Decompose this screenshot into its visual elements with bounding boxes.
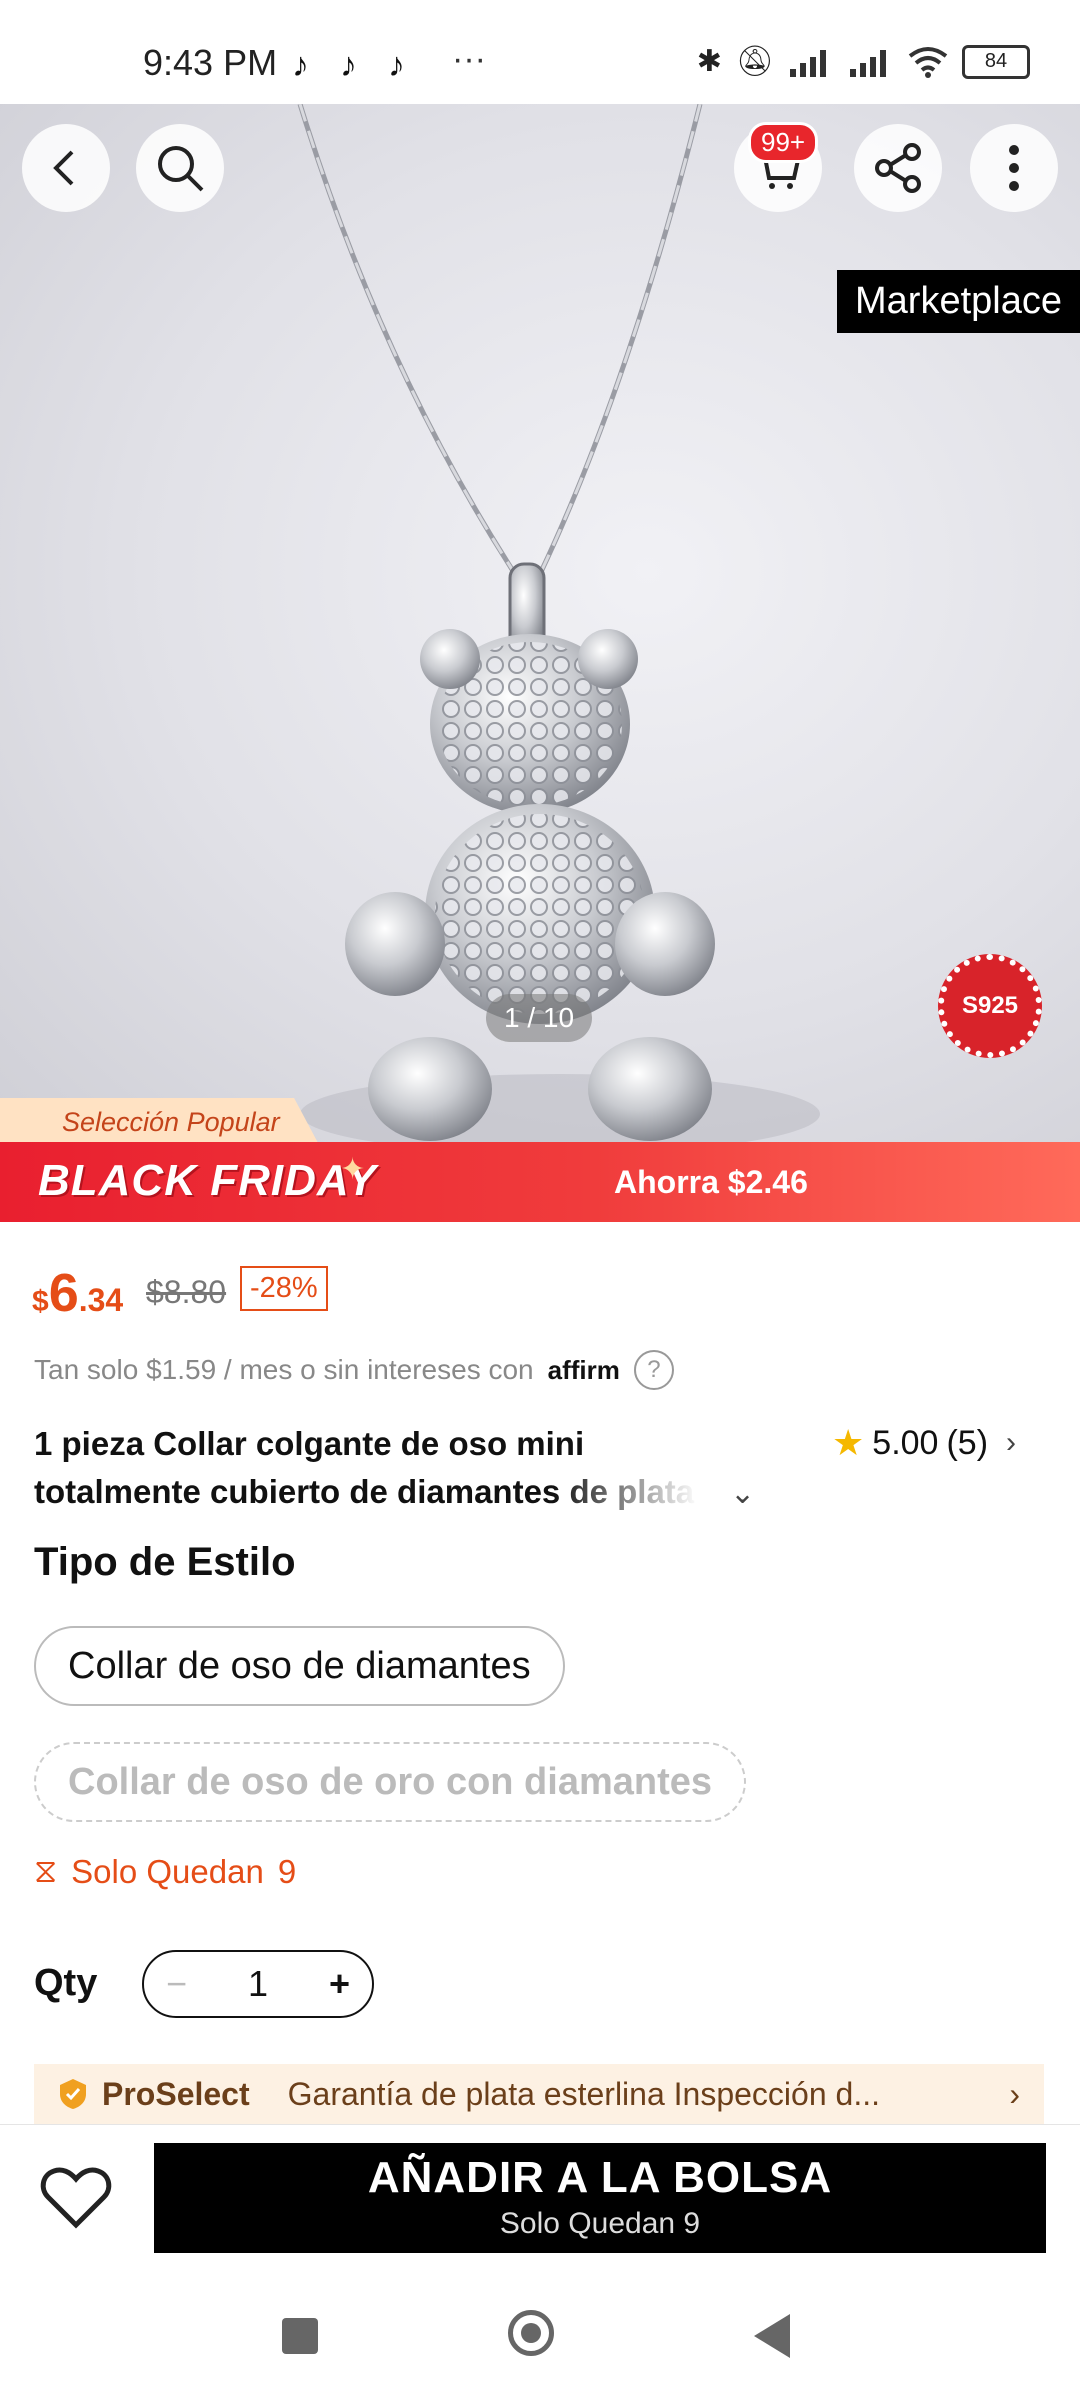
expand-title-chevron-icon[interactable]: ⌄ [730,1476,755,1511]
hourglass-icon: ⧖ [34,1852,58,1889]
tiktok-icon: ♪ [292,46,309,84]
proselect-name: ProSelect [102,2075,250,2112]
decrease-quantity-button[interactable]: − [166,1963,187,2005]
s925-quality-seal: S925 [938,954,1042,1058]
more-vertical-icon [1009,145,1019,191]
wishlist-button[interactable] [40,2165,112,2236]
battery-icon: 84 [962,44,1030,79]
style-option-label: Collar de oso de oro con diamantes [68,1760,713,1803]
stock-remaining: ⧖ Solo Quedan 9 [34,1852,296,1891]
product-title-line1: 1 pieza Collar colgante de oso mini [34,1425,585,1462]
style-option-label: Collar de oso de diamantes [68,1644,531,1687]
financing-info: Tan solo $1.59 / mes o sin intereses con… [34,1350,674,1390]
current-price: $ 6 .34 [32,1262,123,1324]
bottom-action-bar: AÑADIR A LA BOLSA Solo Quedan 9 [0,2124,1080,2281]
star-icon: ★ [832,1422,865,1463]
marketplace-label: Marketplace [837,270,1080,333]
signal-icon [850,49,886,77]
price-integer: 6 [48,1263,79,1323]
style-option-diamond-bear[interactable]: Collar de oso de diamantes [34,1626,565,1706]
quantity-label: Qty [34,1962,98,2004]
rating-summary[interactable]: ★ 5.00 (5) › [832,1422,1016,1464]
signal-icon [790,49,826,77]
status-time: 9:43 PM [143,42,278,83]
popular-selection-label: Selección Popular [62,1106,280,1137]
stock-label: Solo Quedan [71,1852,264,1890]
black-friday-title: BLACK FRIDAY [38,1156,377,1205]
bluetooth-icon: ✱ [696,45,722,78]
heart-icon [40,2167,112,2229]
add-to-bag-button[interactable]: AÑADIR A LA BOLSA Solo Quedan 9 [154,2143,1046,2253]
discount-badge: -28% [240,1266,328,1311]
cart-count-badge: 99+ [748,122,819,163]
price-currency: $ [32,1285,49,1318]
tiktok-icon: ♪ [388,46,405,84]
product-photo [297,104,820,1142]
increase-quantity-button[interactable]: + [329,1963,350,2005]
review-count: (5) [946,1423,989,1462]
seal-text: S925 [961,992,1019,1019]
add-to-bag-label: AÑADIR A LA BOLSA [367,2153,833,2202]
help-icon[interactable]: ? [633,1350,674,1390]
black-friday-banner[interactable]: BLACK FRIDAY ✦ Ahorra $2.46 [0,1142,1080,1222]
home-button[interactable] [508,2310,554,2356]
add-to-bag-stock-label: Solo Quedan 9 [499,2207,701,2240]
chevron-right-icon: › [1006,1426,1017,1459]
popular-selection-tag: Selección Popular [0,1098,320,1146]
chevron-right-icon: › [1009,2075,1020,2112]
proselect-description: Garantía de plata esterlina Inspección d… [287,2075,880,2112]
quantity-value[interactable]: 1 [248,1963,268,2005]
price-decimal: .34 [78,1282,124,1318]
original-price: $8.80 [146,1274,227,1310]
style-type-heading: Tipo de Estilo [34,1540,296,1584]
mute-bell-icon: 🔕︎ [735,45,774,78]
search-icon [158,146,204,192]
system-navigation-bar [0,2280,1080,2400]
back-nav-button[interactable] [754,2314,790,2358]
share-icon [875,143,921,193]
affirm-logo: affirm [547,1354,620,1385]
image-counter: 1 / 10 [486,994,593,1042]
tiktok-icon: ♪ [340,46,357,84]
savings-label: Ahorra $2.46 [614,1164,808,1200]
chevron-left-icon [53,150,74,186]
share-button[interactable] [854,124,942,212]
product-title[interactable]: 1 pieza Collar colgante de oso mini tota… [34,1420,724,1516]
sparkle-icon: ✦ [340,1153,366,1186]
style-option-gold-diamond-bear[interactable]: Collar de oso de oro con diamantes [34,1742,747,1822]
quantity-stepper[interactable]: − 1 + [142,1950,374,2018]
status-bar: 9:43 PM ♪ ♪ ♪ ··· ✱ 🔕︎ 84 [0,0,1080,104]
product-image-gallery[interactable]: 99+ Marketplace 1 / 10 S925 [0,104,1080,1142]
status-indicators: ✱ 🔕︎ 84 [697,44,1030,79]
financing-text: Tan solo $1.59 / mes o sin intereses con [34,1354,534,1385]
proselect-guarantee[interactable]: ProSelect Garantía de plata esterlina In… [34,2064,1044,2124]
more-options-button[interactable] [970,124,1058,212]
stock-count: 9 [277,1852,297,1890]
more-notifications-icon: ··· [452,40,486,78]
rating-value: 5.00 [872,1423,939,1462]
search-button[interactable] [136,124,224,212]
shield-check-icon [60,2079,86,2109]
recents-button[interactable] [282,2318,318,2354]
wifi-icon [908,46,948,78]
back-button[interactable] [22,124,110,212]
